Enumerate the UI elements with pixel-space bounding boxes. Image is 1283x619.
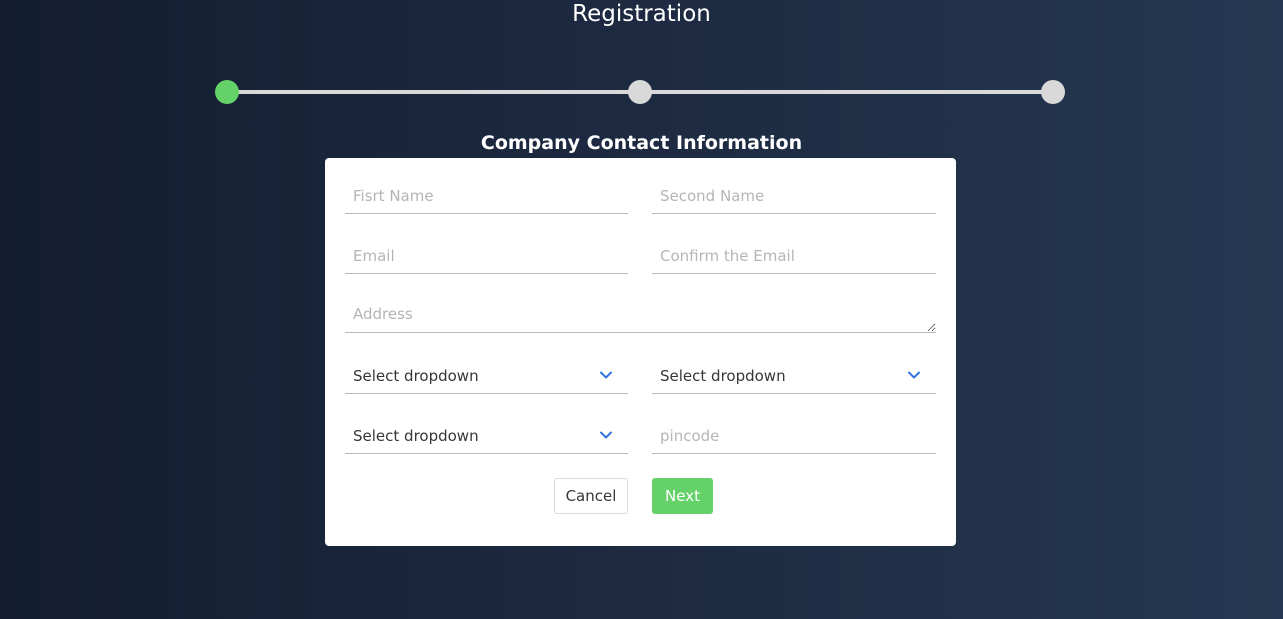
step-1-indicator bbox=[215, 80, 239, 104]
email-input[interactable] bbox=[345, 238, 628, 273]
chevron-down-icon bbox=[600, 371, 612, 379]
progress-stepper bbox=[0, 0, 1283, 120]
registration-form-card: Select dropdown Select dropdown Select d… bbox=[325, 158, 956, 546]
chevron-down-icon bbox=[600, 431, 612, 439]
second-name-field bbox=[652, 178, 936, 214]
first-name-input[interactable] bbox=[345, 178, 628, 213]
dropdown-3[interactable]: Select dropdown bbox=[345, 418, 628, 454]
dropdown-2-value: Select dropdown bbox=[660, 367, 786, 385]
pincode-input[interactable] bbox=[652, 418, 936, 453]
cancel-button[interactable]: Cancel bbox=[554, 478, 628, 514]
confirm-email-input[interactable] bbox=[652, 238, 936, 273]
step-2-indicator bbox=[628, 80, 652, 104]
dropdown-1-value: Select dropdown bbox=[353, 367, 479, 385]
first-name-field bbox=[345, 178, 628, 214]
second-name-input[interactable] bbox=[652, 178, 936, 213]
dropdown-1[interactable]: Select dropdown bbox=[345, 358, 628, 394]
address-textarea[interactable] bbox=[345, 297, 936, 332]
email-field bbox=[345, 238, 628, 274]
step-3-indicator bbox=[1041, 80, 1065, 104]
dropdown-2[interactable]: Select dropdown bbox=[652, 358, 936, 394]
chevron-down-icon bbox=[908, 371, 920, 379]
dropdown-3-value: Select dropdown bbox=[353, 427, 479, 445]
pincode-field bbox=[652, 418, 936, 454]
next-button[interactable]: Next bbox=[652, 478, 713, 514]
section-title: Company Contact Information bbox=[480, 132, 803, 154]
confirm-email-field bbox=[652, 238, 936, 274]
address-field bbox=[345, 297, 936, 333]
